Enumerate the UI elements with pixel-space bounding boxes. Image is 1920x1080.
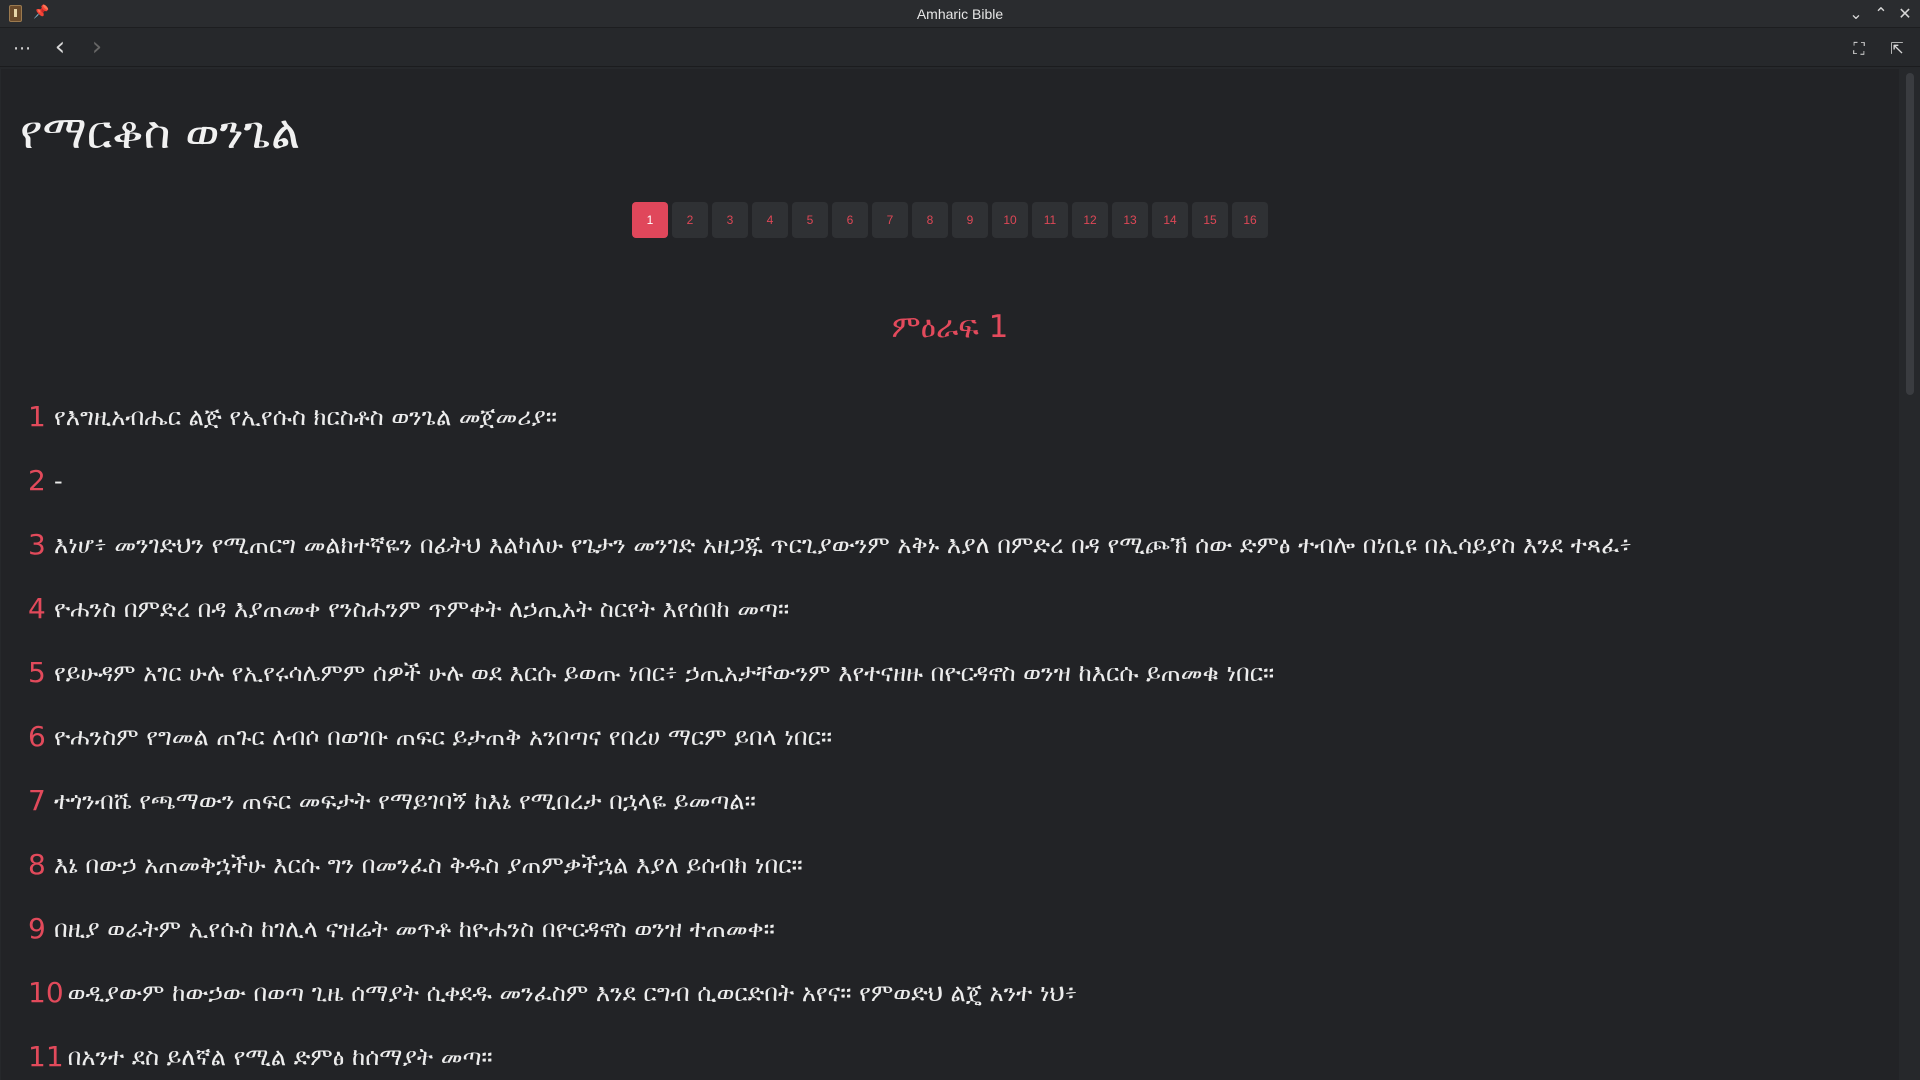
verse-number: 7 xyxy=(28,784,46,817)
back-arrow-icon[interactable]: ‹ xyxy=(47,34,73,61)
verse-text: እኔ በውኃ አጠመቅኋችሁ እርሱ ግን በመንፈስ ቅዱስ ያጠምቃችኋል … xyxy=(54,851,803,879)
reader-content: የማርቆስ ወንጌል 1 2 3 4 5 6 7 8 9 10 11 12 13 14 15 16 ምዕራፍ … xyxy=(1,69,1899,1080)
verse-number: 1 xyxy=(28,400,46,433)
verse-text: በዚያ ወራትም ኢየሱስ ከገሊላ ናዝሬት መጥቶ ከዮሐንስ በዮርዳኖስ… xyxy=(54,915,775,943)
chapter-button-16[interactable]: 16 xyxy=(1232,202,1268,238)
verse-row: 9 በዚያ ወራትም ኢየሱስ ከገሊላ ናዝሬት መጥቶ ከዮሐንስ በዮርዳኖ… xyxy=(28,909,1878,949)
verse-row: 10 ወዲያውም ከውኃው በወጣ ጊዜ ሰማያት ሲቀደዱ መንፈስም እንደ … xyxy=(28,973,1878,1013)
verse-number: 6 xyxy=(28,720,46,753)
maximize-chevron-up-icon[interactable]: ⌃ xyxy=(1871,4,1891,24)
verse-text: - xyxy=(54,467,63,495)
verse-text: ዮሐንስም የግመል ጠጉር ለብሶ በወገቡ ጠፍር ይታጠቅ አንበጣና የ… xyxy=(54,723,833,751)
title-bar: 📌 Amharic Bible ⌄ ⌃ ✕ xyxy=(0,0,1920,28)
chapter-pagination: 1 2 3 4 5 6 7 8 9 10 11 12 13 14 15 16 xyxy=(1,202,1899,238)
verse-number: 5 xyxy=(28,656,46,689)
verse-number: 2 xyxy=(28,464,46,497)
fit-screen-icon[interactable]: ⛶ xyxy=(1846,37,1872,61)
verse-row: 6 ዮሐንስም የግመል ጠጉር ለብሶ በወገቡ ጠፍር ይታጠቅ አንበጣና … xyxy=(28,717,1878,757)
verse-row: 4 ዮሐንስ በምድረ በዳ እያጠመቀ የንስሐንም ጥምቀት ለኃጢአት ስር… xyxy=(28,589,1878,629)
chapter-button-8[interactable]: 8 xyxy=(912,202,948,238)
verse-text: የእግዚአብሔር ልጅ የኢየሱስ ክርስቶስ ወንጌል መጀመሪያ። xyxy=(54,403,557,431)
chapter-button-12[interactable]: 12 xyxy=(1072,202,1108,238)
verse-text: ተጎንብሼ የጫማውን ጠፍር መፍታት የማይገባኝ ከእኔ የሚበረታ በኋ… xyxy=(54,787,756,815)
verse-number: 11 xyxy=(28,1040,64,1073)
verse-text: የይሁዳም አገር ሁሉ የኢየሩሳሌምም ሰዎች ሁሉ ወደ እርሱ ይወጡ … xyxy=(54,659,1275,687)
vertical-scrollbar[interactable] xyxy=(1902,69,1918,1080)
chapter-button-9[interactable]: 9 xyxy=(952,202,988,238)
verse-number: 4 xyxy=(28,592,46,625)
chapter-button-1[interactable]: 1 xyxy=(632,202,668,238)
book-title: የማርቆስ ወንጌል xyxy=(20,105,301,159)
minimize-chevron-down-icon[interactable]: ⌄ xyxy=(1846,4,1866,24)
verse-number: 8 xyxy=(28,848,46,881)
verse-text: እነሆ፥ መንገድህን የሚጠርግ መልክተኛዬን በፊትህ እልካለሁ የጌታ… xyxy=(54,531,1632,559)
toolbar: ⋯ ‹ › ⛶ ⇱ xyxy=(0,29,1920,67)
forward-arrow-icon[interactable]: › xyxy=(84,34,110,61)
chapter-button-4[interactable]: 4 xyxy=(752,202,788,238)
chapter-button-3[interactable]: 3 xyxy=(712,202,748,238)
chapter-button-2[interactable]: 2 xyxy=(672,202,708,238)
chapter-button-11[interactable]: 11 xyxy=(1032,202,1068,238)
verse-row: 2- xyxy=(28,461,1878,501)
chapter-button-6[interactable]: 6 xyxy=(832,202,868,238)
chapter-heading: ምዕራፍ 1 xyxy=(891,309,1009,345)
verse-number: 3 xyxy=(28,528,46,561)
verse-row: 5 የይሁዳም አገር ሁሉ የኢየሩሳሌምም ሰዎች ሁሉ ወደ እርሱ ይወጡ… xyxy=(28,653,1878,693)
verse-number: 10 xyxy=(28,976,64,1009)
verse-row: 7 ተጎንብሼ የጫማውን ጠፍር መፍታት የማይገባኝ ከእኔ የሚበረታ በ… xyxy=(28,781,1878,821)
verse-text: ወዲያውም ከውኃው በወጣ ጊዜ ሰማያት ሲቀደዱ መንፈስም እንደ ርግ… xyxy=(67,979,1078,1007)
scrollbar-thumb[interactable] xyxy=(1906,73,1914,395)
verse-row: 1 የእግዚአብሔር ልጅ የኢየሱስ ክርስቶስ ወንጌል መጀመሪያ። xyxy=(28,397,1878,437)
verse-row: 3 እነሆ፥ መንገድህን የሚጠርግ መልክተኛዬን በፊትህ እልካለሁ የጌ… xyxy=(28,525,1878,565)
chapter-button-13[interactable]: 13 xyxy=(1112,202,1148,238)
chapter-button-5[interactable]: 5 xyxy=(792,202,828,238)
verse-number: 9 xyxy=(28,912,46,945)
window-title: Amharic Bible xyxy=(916,6,1004,22)
chapter-button-7[interactable]: 7 xyxy=(872,202,908,238)
exit-fullscreen-icon[interactable]: ⇱ xyxy=(1884,37,1910,61)
chapter-button-10[interactable]: 10 xyxy=(992,202,1028,238)
chapter-button-14[interactable]: 14 xyxy=(1152,202,1188,238)
verse-text: በአንተ ደስ ይለኛል የሚል ድምፅ ከሰማያት መጣ። xyxy=(67,1043,493,1071)
verse-row: 8 እኔ በውኃ አጠመቅኋችሁ እርሱ ግን በመንፈስ ቅዱስ ያጠምቃችኋል… xyxy=(28,845,1878,885)
verse-list: 1 የእግዚአብሔር ልጅ የኢየሱስ ክርስቶስ ወንጌል መጀመሪያ። 2-3 እ… xyxy=(28,397,1878,1080)
close-icon[interactable]: ✕ xyxy=(1895,4,1915,24)
more-menu-icon[interactable]: ⋯ xyxy=(9,37,35,61)
chapter-button-15[interactable]: 15 xyxy=(1192,202,1228,238)
verse-row: 11 በአንተ ደስ ይለኛል የሚል ድምፅ ከሰማያት መጣ። xyxy=(28,1037,1878,1077)
verse-text: ዮሐንስ በምድረ በዳ እያጠመቀ የንስሐንም ጥምቀት ለኃጢአት ስርየ… xyxy=(54,595,790,623)
